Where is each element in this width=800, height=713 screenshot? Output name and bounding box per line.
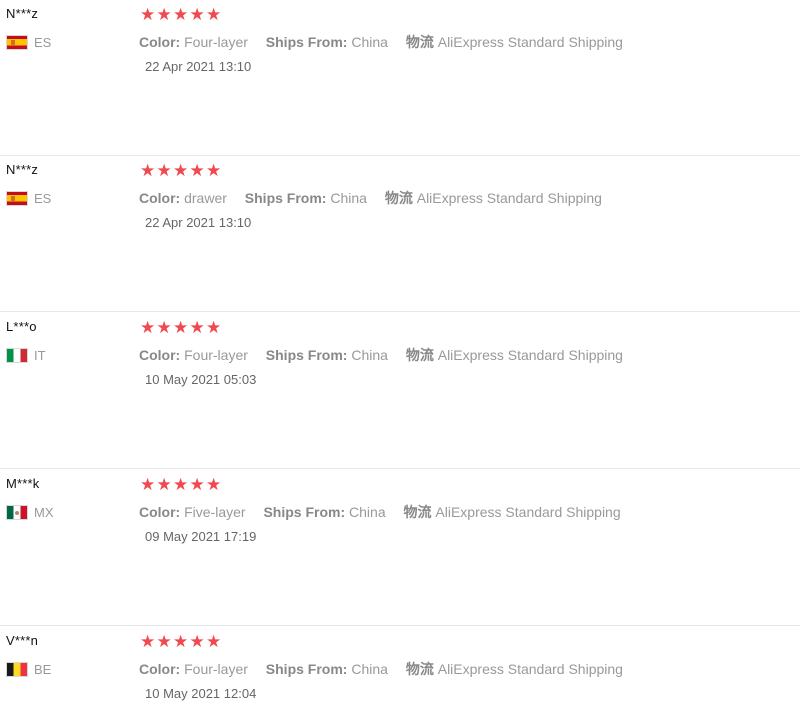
star-rating: ★ ★ ★ ★ ★	[140, 319, 223, 337]
reviewer-name: N***z	[6, 6, 39, 21]
ships-from-value: China	[330, 190, 367, 206]
star-rating: ★ ★ ★ ★ ★	[140, 633, 223, 651]
country-code: BE	[34, 661, 52, 677]
star-icon: ★	[156, 632, 172, 651]
reviewer-name: V***n	[6, 633, 39, 648]
star-icon: ★	[156, 318, 172, 337]
review-item: V***n BE ★ ★ ★ ★ ★ Color: Four-layer Ships F…	[0, 627, 800, 713]
star-icon: ★	[206, 161, 222, 180]
star-rating: ★ ★ ★ ★ ★	[140, 162, 223, 180]
color-value: drawer	[184, 190, 227, 206]
reviewer-name: L***o	[6, 319, 37, 334]
reviewer-country: MX	[6, 504, 54, 520]
divider	[0, 468, 800, 469]
ships-from-value: China	[351, 661, 388, 677]
color-label: Color:	[139, 190, 181, 206]
order-info: Color: Four-layer Ships From: China 物流 A…	[139, 345, 623, 365]
reviewer-name: M***k	[6, 476, 40, 491]
ships-from-label: Ships From:	[265, 34, 348, 50]
logistics-label: 物流	[405, 661, 434, 677]
reviewer-country: ES	[6, 34, 51, 50]
star-icon: ★	[206, 632, 222, 651]
star-icon: ★	[156, 475, 172, 494]
review-date: 09 May 2021 17:19	[145, 529, 257, 544]
order-info: Color: Four-layer Ships From: China 物流 A…	[139, 659, 623, 679]
star-icon: ★	[189, 5, 205, 24]
color-label: Color:	[139, 34, 181, 50]
review-item: N***z ES ★ ★ ★ ★ ★ Color: drawer Ships From:…	[0, 156, 800, 312]
logistics-label: 物流	[403, 504, 432, 520]
order-info: Color: Five-layer Ships From: China 物流 A…	[139, 502, 621, 522]
review-item: M***k MX ★ ★ ★ ★ ★ Color: Five-layer Ships F…	[0, 470, 800, 626]
star-icon: ★	[173, 5, 189, 24]
color-value: Four-layer	[184, 661, 248, 677]
color-label: Color:	[139, 504, 181, 520]
star-icon: ★	[173, 318, 189, 337]
spain-flag-icon	[6, 34, 28, 50]
ships-from-label: Ships From:	[244, 190, 327, 206]
color-label: Color:	[139, 347, 181, 363]
belgium-flag-icon	[6, 661, 28, 677]
star-icon: ★	[189, 161, 205, 180]
review-item: L***o IT ★ ★ ★ ★ ★ Color: Four-layer Ships F…	[0, 313, 800, 469]
review-date: 10 May 2021 05:03	[145, 372, 257, 387]
logistics-label: 物流	[384, 190, 413, 206]
ships-from-value: China	[349, 504, 386, 520]
star-icon: ★	[140, 318, 156, 337]
star-rating: ★ ★ ★ ★ ★	[140, 6, 223, 24]
star-icon: ★	[189, 318, 205, 337]
divider	[0, 625, 800, 626]
star-icon: ★	[173, 161, 189, 180]
star-icon: ★	[206, 5, 222, 24]
star-rating: ★ ★ ★ ★ ★	[140, 476, 223, 494]
logistics-value: AliExpress Standard Shipping	[437, 347, 623, 363]
logistics-value: AliExpress Standard Shipping	[435, 504, 621, 520]
country-code: ES	[34, 34, 52, 50]
star-icon: ★	[173, 475, 189, 494]
logistics-value: AliExpress Standard Shipping	[437, 661, 623, 677]
star-icon: ★	[140, 5, 156, 24]
star-icon: ★	[140, 632, 156, 651]
logistics-value: AliExpress Standard Shipping	[416, 190, 602, 206]
spain-flag-icon	[6, 190, 28, 206]
order-info: Color: drawer Ships From: China 物流 AliEx…	[139, 188, 602, 208]
reviewer-country: BE	[6, 661, 51, 677]
color-label: Color:	[139, 661, 181, 677]
order-info: Color: Four-layer Ships From: China 物流 A…	[139, 32, 623, 52]
star-icon: ★	[206, 318, 222, 337]
review-item: N***z ES ★ ★ ★ ★ ★ Color: Four-layer Ships F…	[0, 0, 800, 156]
star-icon: ★	[140, 475, 156, 494]
star-icon: ★	[189, 475, 205, 494]
ships-from-value: China	[351, 347, 388, 363]
reviewer-name: N***z	[6, 162, 39, 177]
star-icon: ★	[206, 475, 222, 494]
star-icon: ★	[156, 161, 172, 180]
mexico-flag-icon	[6, 504, 28, 520]
reviewer-country: IT	[6, 347, 46, 363]
ships-from-label: Ships From:	[263, 504, 346, 520]
country-code: ES	[34, 190, 52, 206]
review-date: 22 Apr 2021 13:10	[145, 59, 252, 74]
star-icon: ★	[140, 161, 156, 180]
divider	[0, 311, 800, 312]
logistics-value: AliExpress Standard Shipping	[437, 34, 623, 50]
review-date: 10 May 2021 12:04	[145, 686, 257, 701]
logistics-label: 物流	[405, 347, 434, 363]
country-code: IT	[34, 347, 46, 363]
logistics-label: 物流	[405, 34, 434, 50]
italy-flag-icon	[6, 347, 28, 363]
ships-from-value: China	[351, 34, 388, 50]
review-date: 22 Apr 2021 13:10	[145, 215, 252, 230]
color-value: Four-layer	[184, 347, 248, 363]
color-value: Five-layer	[184, 504, 246, 520]
color-value: Four-layer	[184, 34, 248, 50]
ships-from-label: Ships From:	[265, 347, 348, 363]
star-icon: ★	[189, 632, 205, 651]
star-icon: ★	[156, 5, 172, 24]
country-code: MX	[34, 504, 54, 520]
ships-from-label: Ships From:	[265, 661, 348, 677]
star-icon: ★	[173, 632, 189, 651]
reviewer-country: ES	[6, 190, 51, 206]
